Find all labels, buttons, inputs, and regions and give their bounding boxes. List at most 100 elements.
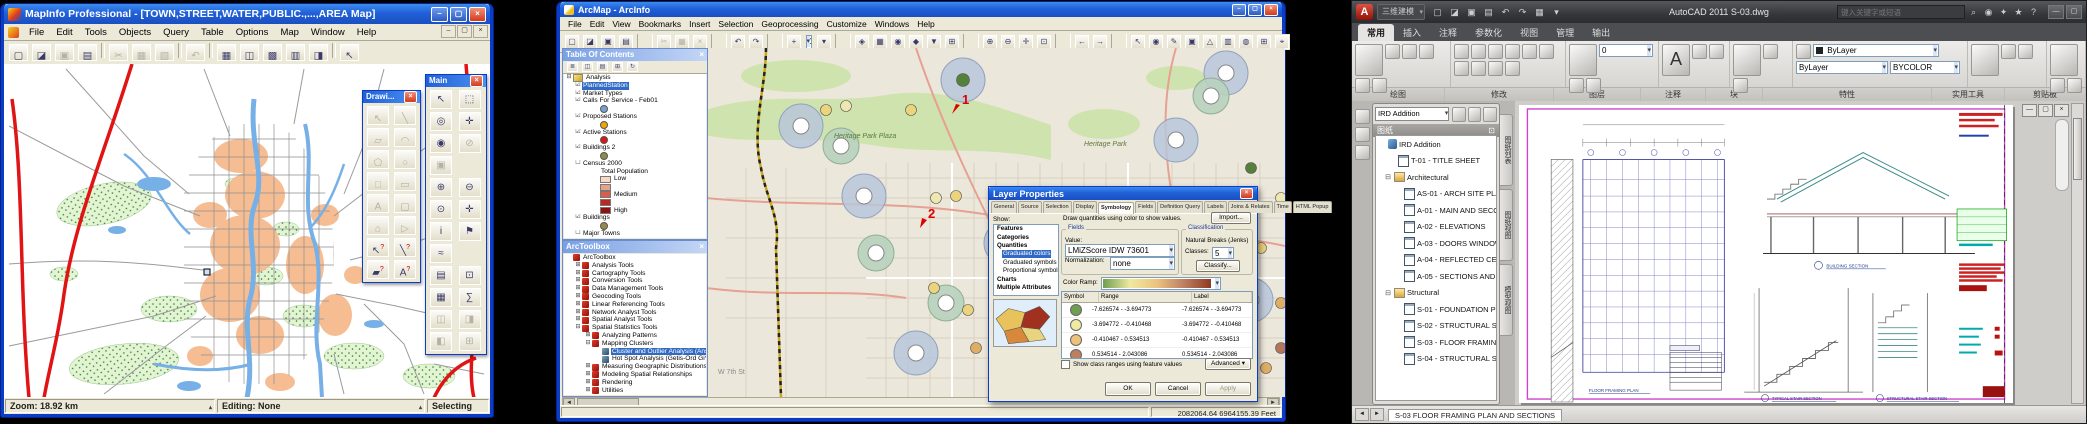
toolbox-item[interactable]: ⊞ Utilities [564,387,706,395]
expand-icon[interactable]: ⊞ [574,285,582,293]
ribbon-tab[interactable]: 插入 [1394,24,1430,41]
drawing-tool-button[interactable]: ╲? [393,237,417,258]
hatch-tool-icon[interactable] [1372,78,1387,93]
tab-left-icon[interactable]: ◄ [1355,408,1369,421]
linetype-combobox[interactable]: ByLayer [1796,61,1888,74]
layout-tab[interactable]: S-03 FLOOR FRAMING PLAN AND SECTIONS [1388,409,1562,421]
editing-status[interactable]: Editing: None▴ [217,399,425,413]
sheet-item[interactable]: T-01 - TITLE SHEET [1376,153,1496,170]
checkbox[interactable]: ☑ [574,113,582,121]
toolbar-button[interactable]: ▣ [54,43,75,62]
toolbar-button[interactable]: ↖ [339,43,360,62]
toc-titlebar[interactable]: Table Of Contents × [563,49,707,61]
menu-item[interactable]: View [608,19,634,29]
drawing-tool-button[interactable]: ◠ [393,127,417,148]
main-tool-button[interactable] [458,243,480,262]
ssm-options-icon[interactable] [1483,107,1497,122]
toolbar-button[interactable] [963,34,979,48]
circle-tool-icon[interactable] [1402,44,1417,59]
main-tool-button[interactable]: ⬚ [458,89,482,110]
ssm-publish-icon[interactable] [1468,107,1482,122]
dialog-tab[interactable]: Fields [1135,201,1156,213]
drawing-tool-button[interactable]: ⌂ [366,215,390,236]
mdi-close-button[interactable]: × [473,25,488,38]
id-point-icon[interactable] [2018,44,2033,59]
toc-tool-button[interactable]: ↻ [626,61,639,73]
checkbox[interactable]: ☑ [574,129,582,137]
toolbox-item[interactable]: ⊞ Linear Referencing Tools [564,301,706,309]
menu-item[interactable]: Table [195,26,230,39]
vertical-scrollbar[interactable] [2071,103,2084,404]
drawing-tool-button[interactable]: ▱ [366,127,390,148]
main-tool-button[interactable]: ⚑ [458,221,482,242]
qat-button[interactable]: ◪ [1447,5,1462,19]
toolbar-button[interactable]: ▧ [154,43,175,62]
layer-item[interactable] [564,222,706,230]
dialog-tab[interactable]: Definition Query [1157,201,1203,213]
show-tree-item[interactable]: Features [994,225,1058,233]
toolbar-button[interactable] [767,34,783,48]
mdi-minimize-button[interactable]: – [441,25,456,38]
layer-item[interactable]: ☑ PlannedStation [564,82,706,90]
layer-item[interactable] [564,136,706,144]
favorites-icon[interactable]: ★ [2012,6,2025,19]
toolbox-item[interactable]: ⊟ Mapping Clusters [564,340,706,348]
color-combobox[interactable]: ByLayer [1813,44,1939,57]
paste-icon[interactable] [2050,44,2078,76]
panel-label[interactable]: 修改 [1445,88,1554,102]
qat-button[interactable]: ▣ [1464,5,1479,19]
layer-item[interactable]: ☑ Proposed Stations [564,113,706,121]
mdi-restore-button[interactable]: ▢ [457,25,472,38]
apply-button[interactable]: Apply [1205,382,1251,396]
checkbox[interactable]: ☑ [574,214,582,222]
ribbon-tab[interactable]: 注释 [1430,24,1466,41]
layer-item[interactable]: ☑ Market Types [564,90,706,98]
sheet-item[interactable]: ⊟ Architectural [1376,169,1496,186]
toolbar-button[interactable] [332,43,336,58]
layer-combobox[interactable]: 0 [1599,44,1653,57]
text-tool-icon[interactable]: A [1662,44,1690,76]
checkbox[interactable]: ⊟ [565,74,573,82]
layer-item[interactable]: ☑ Buildings 2 [564,144,706,152]
expand-icon[interactable]: ⊞ [574,293,582,301]
main-tool-button[interactable]: ↖ [429,89,453,110]
drawing-tool-button[interactable]: ○ [393,149,417,170]
qat-button[interactable]: ▦ [1532,5,1547,19]
scale-tool-icon[interactable] [1471,61,1486,76]
checkbox[interactable]: ☑ [574,144,582,152]
layer-item[interactable]: Low [564,175,706,183]
layer-item[interactable]: Total Population [564,168,706,176]
create-block-icon[interactable] [1763,44,1778,59]
drawing-tool-button[interactable]: ╲ [393,105,417,126]
insert-block-icon[interactable] [1733,44,1761,76]
qat-button[interactable]: ▾ [1549,5,1564,19]
ribbon-tab[interactable]: 输出 [1583,24,1619,41]
minimize-button[interactable]: – [1232,4,1246,16]
main-toolbar-titlebar[interactable]: Main × [426,75,486,87]
checkbox[interactable]: ☐ [574,160,582,168]
match-properties-icon[interactable] [1796,44,1811,59]
toolbar-button[interactable] [178,43,182,58]
main-tool-button[interactable]: ⊡ [458,265,482,286]
toolbar-button[interactable]: ▩ [262,43,283,62]
maximize-button[interactable]: ▢ [2066,5,2082,19]
checkbox[interactable]: ☑ [574,97,582,105]
ssm-side-tab[interactable]: 模型视图 [1500,264,1513,336]
toolbox-item[interactable]: ⊞ Conversion Tools [564,277,706,285]
drawing-tool-button[interactable]: ▰? [366,259,390,280]
main-tool-button[interactable]: ▦ [429,287,453,308]
dialog-tab[interactable]: Selection [1043,201,1072,213]
sheet-item[interactable]: A-04 - REFLECTED CEILI [1376,252,1496,269]
dialog-tab[interactable]: General [991,201,1017,213]
main-tool-button[interactable]: ⊖ [458,177,482,198]
dialog-tab[interactable]: Display [1073,201,1097,213]
move-tool-icon[interactable] [1454,44,1469,59]
cancel-button[interactable]: Cancel [1155,382,1201,396]
toolbar-button[interactable]: ◪ [31,43,52,62]
autocad-titlebar[interactable]: A 三维建模 ▢◪▣▤↶↷▦▾ AutoCAD 2011 S-03.dwg ⌕ … [1352,1,2086,23]
layer-item[interactable]: ⊟ Analysis [564,74,706,82]
checkbox[interactable]: ☑ [574,90,582,98]
panel-label[interactable]: 特性 [1763,88,1932,102]
close-icon[interactable]: × [699,49,704,61]
toolbox-item[interactable]: ⊞ Network Analyst Tools [564,309,706,317]
